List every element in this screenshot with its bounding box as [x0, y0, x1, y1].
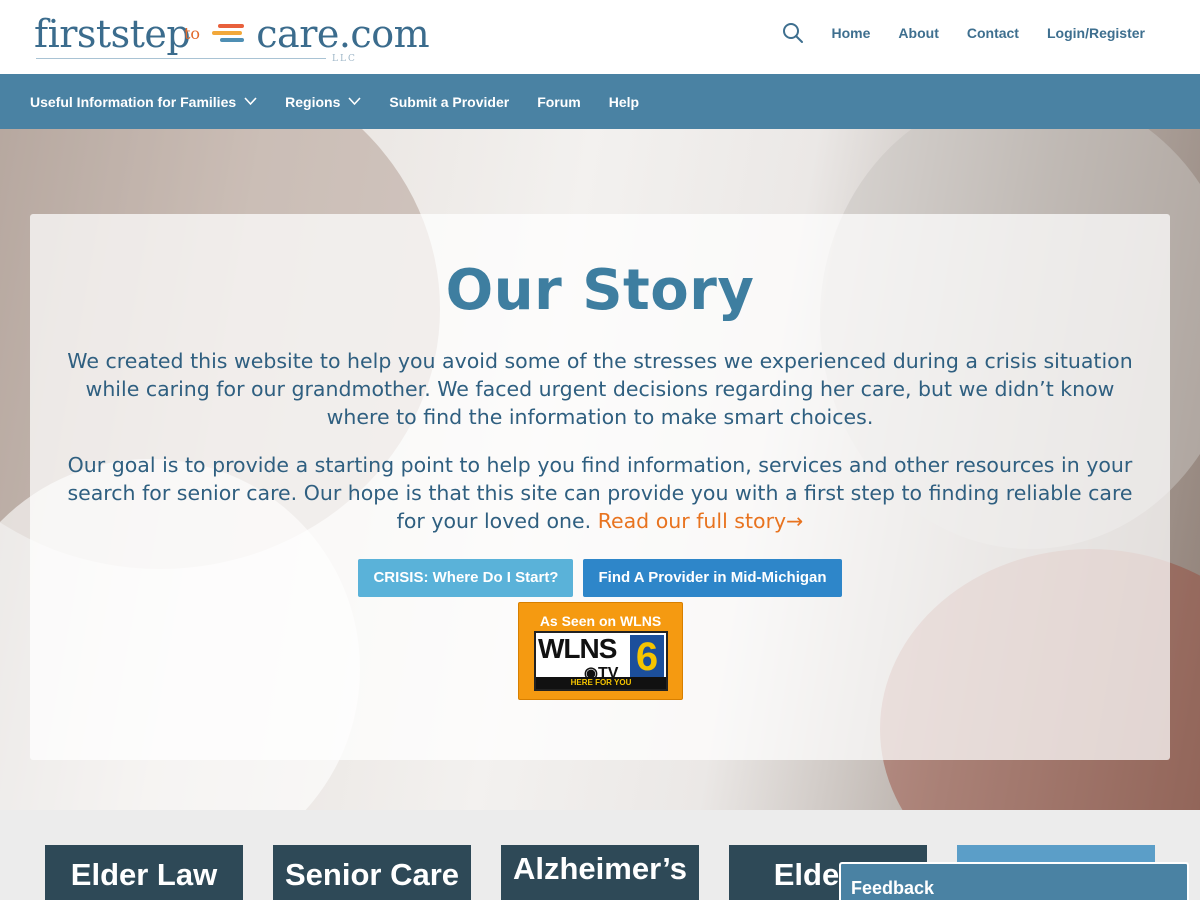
tile-elder-law[interactable]: Elder Law	[45, 845, 243, 900]
wlns-tagline: HERE FOR YOU	[536, 677, 666, 689]
hero-buttons: CRISIS: Where Do I Start? Find A Provide…	[30, 559, 1170, 597]
top-nav: Home About Contact Login/Register	[782, 22, 1145, 44]
logo-llc: LLC	[332, 54, 357, 64]
hero-section: Our Story We created this website to hel…	[0, 129, 1200, 810]
nav-link-about[interactable]: About	[898, 25, 938, 41]
page-title: Our Story	[445, 258, 755, 323]
story-paragraph-1: We created this website to help you avoi…	[67, 349, 1133, 429]
tile-label: Senior Care	[284, 857, 459, 892]
menu-label: Submit a Provider	[389, 93, 510, 110]
nav-link-contact[interactable]: Contact	[967, 25, 1019, 41]
logo-text-left: firststep	[34, 12, 191, 56]
tile-label: Alzheimer’s	[512, 851, 687, 886]
read-full-story-link[interactable]: Read our full story→	[598, 509, 804, 533]
search-icon[interactable]	[782, 22, 804, 44]
nav-link-home[interactable]: Home	[832, 25, 871, 41]
site-header: firststep care.com to LLC Home About Cont…	[0, 0, 1200, 74]
wlns-channel-number: 6	[630, 635, 664, 679]
logo-text-right: care.com	[256, 12, 430, 56]
menu-forum[interactable]: Forum	[537, 94, 581, 110]
tile-alzheimers[interactable]: Alzheimer’s	[501, 845, 699, 900]
hero-card: Our Story We created this website to hel…	[30, 214, 1170, 760]
menu-help[interactable]: Help	[609, 94, 639, 110]
wlns-logo: WLNS ◉TV 6 HERE FOR YOU	[534, 631, 668, 691]
logo-stripes-icon	[210, 22, 248, 46]
find-provider-button[interactable]: Find A Provider in Mid-Michigan	[583, 559, 842, 597]
tile-label: Elder Law	[70, 857, 218, 892]
logo-to-text: to	[184, 24, 201, 43]
menu-label: Forum	[537, 93, 581, 110]
feedback-label: Feedback	[851, 878, 935, 898]
menu-label: Useful Information for Families	[30, 93, 237, 110]
logo-underline	[36, 58, 326, 59]
wlns-station-text: WLNS	[538, 633, 617, 664]
wlns-badge-heading: As Seen on WLNS	[539, 613, 662, 629]
menu-submit-provider[interactable]: Submit a Provider	[389, 94, 509, 110]
chevron-down-icon	[244, 97, 257, 106]
wlns-badge[interactable]: As Seen on WLNS WLNS ◉TV 6 HERE FOR YOU	[518, 602, 683, 700]
chevron-down-icon	[348, 97, 361, 106]
main-navigation: Useful Information for Families Regions …	[0, 74, 1200, 129]
menu-label: Help	[608, 93, 640, 110]
crisis-button[interactable]: CRISIS: Where Do I Start?	[358, 559, 574, 597]
menu-useful-information[interactable]: Useful Information for Families	[30, 94, 257, 110]
menu-label: Regions	[285, 93, 341, 110]
tile-senior-care[interactable]: Senior Care	[273, 845, 471, 900]
feedback-tab[interactable]: Feedback	[839, 862, 1189, 900]
menu-regions[interactable]: Regions	[285, 94, 361, 110]
nav-link-login-register[interactable]: Login/Register	[1047, 25, 1145, 41]
story-paragraph-2: Our goal is to provide a starting point …	[60, 451, 1140, 535]
site-logo[interactable]: firststep care.com to LLC	[34, 12, 430, 68]
